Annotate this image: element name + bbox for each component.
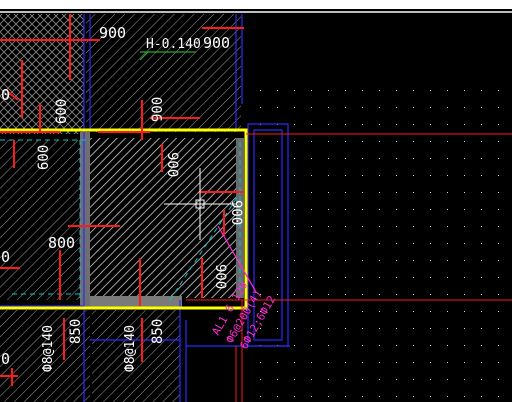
dimension-top-b: 900 (203, 34, 230, 52)
hatch-region-top-left (0, 14, 84, 134)
viewport-frame-line (0, 9, 512, 11)
cad-drawing-canvas[interactable]: H-0.140 900 900 900 600 600 900 900 900 … (0, 0, 512, 402)
wall-band-vertical (80, 132, 90, 308)
snap-grid (250, 90, 512, 402)
wall-band-bottom (90, 296, 182, 308)
left-edge-label-3: 00 (0, 350, 10, 368)
level-label: H-0.140 (146, 37, 201, 52)
left-edge-label-1: 00 (0, 86, 10, 104)
left-edge-label-2: 00 (0, 248, 10, 266)
dimension-spacing-2: 850 (150, 319, 166, 344)
dimension-column-v1: 900 (150, 97, 166, 122)
dimension-center-v: 900 (164, 152, 180, 177)
viewport-frame-top (0, 0, 512, 9)
rebar-spec-1: Ф8@140 (41, 325, 56, 372)
viewport-frame-bar (0, 11, 512, 13)
dimension-left-v2: 600 (36, 145, 52, 170)
dimension-top-a: 900 (99, 24, 126, 42)
rebar-spec-2: Ф8@140 (123, 325, 138, 372)
dimension-left-v1: 600 (54, 99, 70, 124)
dimension-bottom-v: 900 (212, 264, 228, 289)
dimension-spacing-1: 850 (68, 319, 84, 344)
dimension-beam-span: 800 (48, 234, 75, 252)
